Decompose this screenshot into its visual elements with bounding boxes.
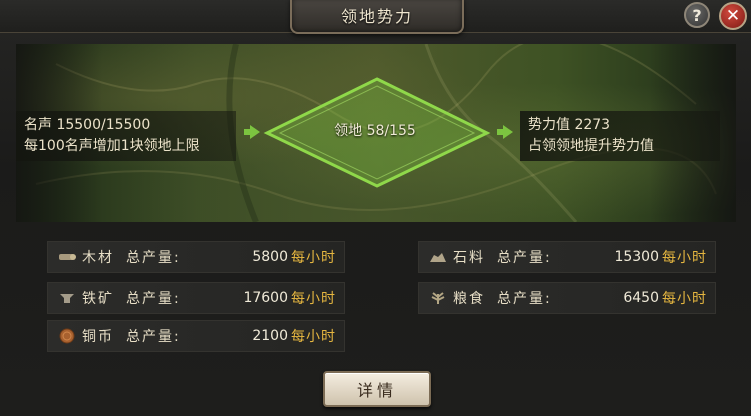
close-button[interactable]: ✕ <box>719 2 747 30</box>
resource-value: 15300 <box>614 249 659 265</box>
help-button[interactable]: ? <box>684 2 710 28</box>
resource-unit: 每小时 <box>291 291 336 307</box>
details-button[interactable]: 详情 <box>323 371 431 407</box>
resource-name: 铁矿 <box>82 291 114 307</box>
resource-label: 总产量: <box>126 329 181 345</box>
resource-row-iron: 铁矿 总产量: 17600 每小时 <box>47 282 345 314</box>
copper-coin-icon <box>58 327 76 345</box>
resource-row-grain: 粮食 总产量: 6450 每小时 <box>418 282 716 314</box>
resource-value: 5800 <box>252 249 288 265</box>
resource-row-wood: 木材 总产量: 5800 每小时 <box>47 241 345 273</box>
power-info: 势力值 2273 占领领地提升势力值 <box>520 111 720 161</box>
territory-count: 领地 58/155 <box>334 123 416 139</box>
grain-icon <box>429 289 447 307</box>
resource-name: 粮食 <box>453 291 485 307</box>
power-note: 占领领地提升势力值 <box>528 138 654 154</box>
power-value: 势力值 2273 <box>528 117 611 133</box>
arrow-right-icon <box>497 125 513 139</box>
resource-label: 总产量: <box>126 250 181 266</box>
resource-row-stone: 石料 总产量: 15300 每小时 <box>418 241 716 273</box>
resource-label: 总产量: <box>497 291 552 307</box>
fame-value: 名声 15500/15500 <box>24 117 151 133</box>
iron-icon <box>58 289 76 307</box>
arrow-right-icon <box>244 125 260 139</box>
resource-row-copper: 铜币 总产量: 2100 每小时 <box>47 320 345 352</box>
resource-name: 铜币 <box>82 329 114 345</box>
fame-note: 每100名声增加1块领地上限 <box>24 138 200 154</box>
title-plate: 领地势力 <box>290 0 464 34</box>
resource-unit: 每小时 <box>291 250 336 266</box>
resource-value: 2100 <box>252 328 288 344</box>
stone-icon <box>429 248 447 266</box>
resource-name: 石料 <box>453 250 485 266</box>
resource-name: 木材 <box>82 250 114 266</box>
fame-info: 名声 15500/15500 每100名声增加1块领地上限 <box>16 111 236 161</box>
resource-label: 总产量: <box>126 291 181 307</box>
resource-value: 17600 <box>243 290 288 306</box>
resource-unit: 每小时 <box>662 291 707 307</box>
resource-label: 总产量: <box>497 250 552 266</box>
resource-value: 6450 <box>623 290 659 306</box>
resource-unit: 每小时 <box>662 250 707 266</box>
wood-icon <box>58 248 76 266</box>
panel-title: 领地势力 <box>340 7 413 26</box>
resource-unit: 每小时 <box>291 329 336 345</box>
